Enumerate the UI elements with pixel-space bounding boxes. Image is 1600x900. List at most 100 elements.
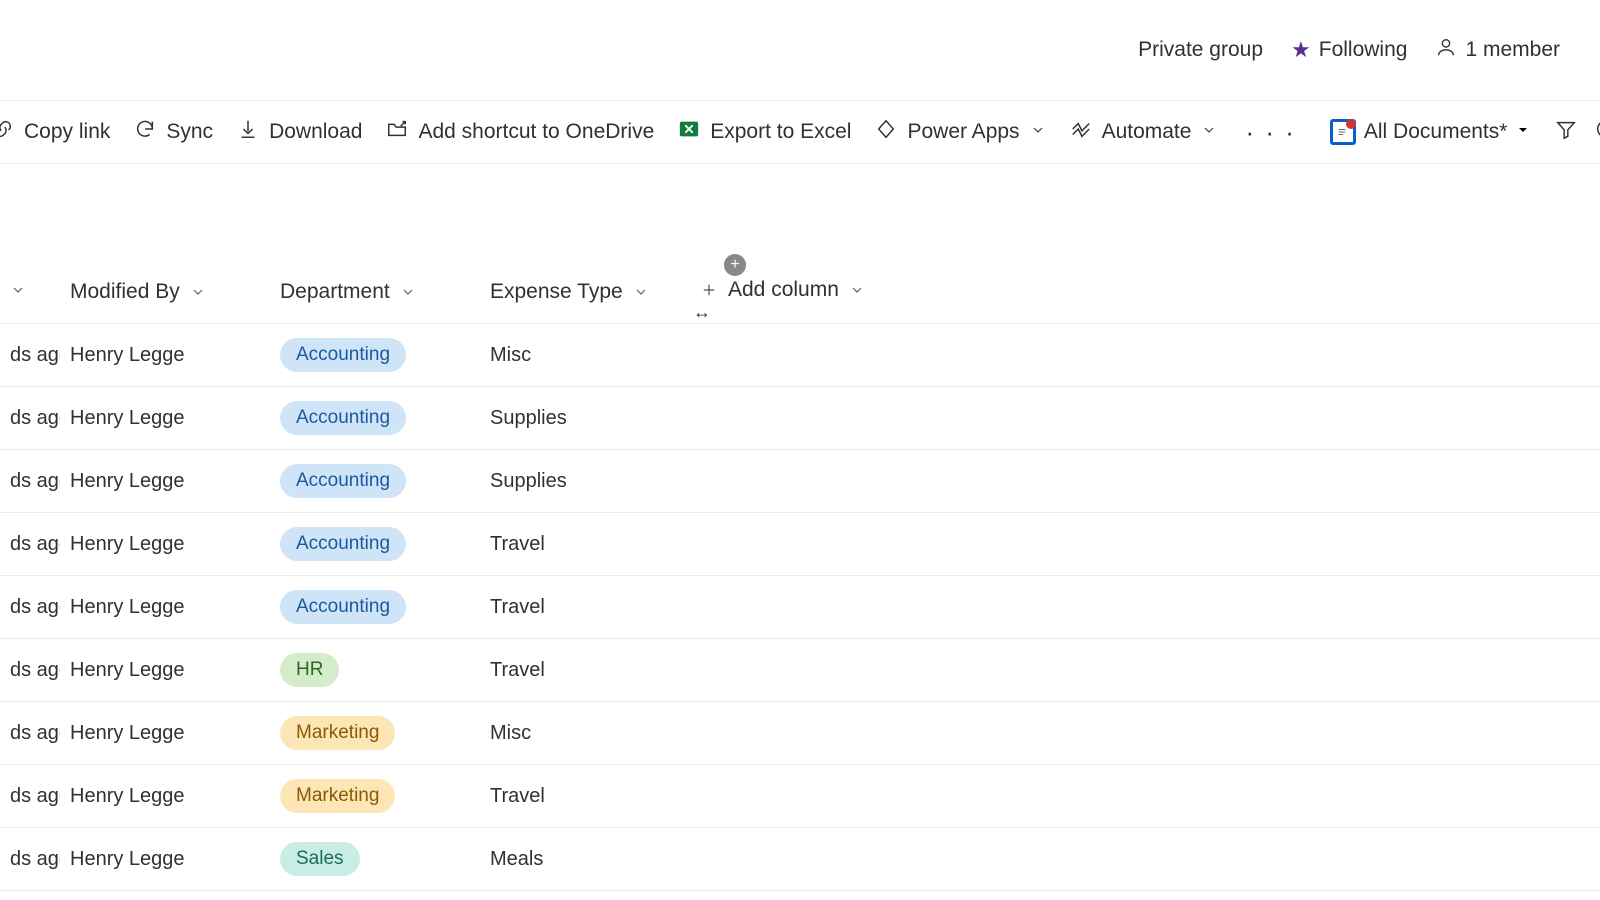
- column-header-label: Add column: [728, 278, 839, 302]
- cell-modified-by: Henry Legge: [60, 450, 270, 513]
- department-pill: Accounting: [280, 401, 406, 435]
- column-header-modified[interactable]: [0, 264, 60, 324]
- plus-icon: [700, 281, 718, 299]
- power-apps-label: Power Apps: [907, 120, 1019, 144]
- chevron-down-icon: [10, 282, 26, 298]
- following-toggle[interactable]: ★ Following: [1291, 37, 1407, 63]
- chevron-down-icon: [849, 282, 865, 298]
- following-label: Following: [1319, 38, 1408, 62]
- table-row[interactable]: ds agoHenry Legge Accounting Supplies: [0, 387, 1600, 450]
- cell-department: Accounting: [270, 387, 480, 450]
- unsaved-indicator-icon: [1346, 119, 1356, 129]
- cell-expense-type: Supplies: [480, 450, 690, 513]
- link-icon: [0, 118, 14, 146]
- automate-label: Automate: [1102, 120, 1192, 144]
- cell-modified-by: Henry Legge: [60, 765, 270, 828]
- cell-modified: ds ago: [0, 513, 60, 576]
- cell-empty: [690, 324, 1600, 387]
- department-pill: Sales: [280, 842, 360, 876]
- power-apps-button[interactable]: Power Apps: [875, 118, 1045, 146]
- add-shortcut-button[interactable]: Add shortcut to OneDrive: [386, 118, 654, 146]
- members-label: 1 member: [1465, 38, 1560, 62]
- sync-icon: [134, 118, 156, 146]
- copy-link-label: Copy link: [24, 120, 110, 144]
- cell-department: Accounting: [270, 324, 480, 387]
- cell-modified-by: Henry Legge: [60, 387, 270, 450]
- chevron-down-icon: [633, 284, 649, 300]
- cell-modified: ds ago: [0, 576, 60, 639]
- cell-empty: [690, 387, 1600, 450]
- person-icon: [1435, 36, 1457, 64]
- more-commands-button[interactable]: · · ·: [1241, 117, 1299, 148]
- cell-empty: [690, 450, 1600, 513]
- add-shortcut-icon: [386, 118, 408, 146]
- table-row[interactable]: ds agoHenry LeggeAccountingTravel: [0, 513, 1600, 576]
- cell-expense-type: Travel: [480, 639, 690, 702]
- add-shortcut-label: Add shortcut to OneDrive: [418, 120, 654, 144]
- table-row[interactable]: ds agoHenry LeggeAccountingMisc: [0, 324, 1600, 387]
- cell-empty: [690, 702, 1600, 765]
- column-header-modified-by[interactable]: Modified By: [60, 264, 270, 324]
- command-bar: Copy link Sync Download Add shortcut to …: [0, 100, 1600, 164]
- table-row[interactable]: ds agoHenry Legge Marketing Travel: [0, 765, 1600, 828]
- department-pill: Marketing: [280, 779, 395, 813]
- export-excel-button[interactable]: Export to Excel: [678, 118, 851, 146]
- department-pill: Marketing: [280, 716, 395, 750]
- table-row[interactable]: ds agoHenry LeggeAccountingSupplies: [0, 450, 1600, 513]
- column-header-add-column[interactable]: Add column: [690, 264, 1600, 324]
- cell-modified: ds ago: [0, 828, 60, 891]
- cell-modified-by: Henry Legge: [60, 639, 270, 702]
- cell-department: HR: [270, 639, 480, 702]
- cell-expense-type: Travel: [480, 576, 690, 639]
- cell-modified: ds ago: [0, 387, 60, 450]
- download-icon: [237, 118, 259, 146]
- cell-empty: [690, 828, 1600, 891]
- cell-department: Accounting: [270, 513, 480, 576]
- view-switcher[interactable]: All Documents*: [1324, 115, 1538, 149]
- cell-expense-type: Meals: [480, 828, 690, 891]
- excel-icon: [678, 118, 700, 146]
- table-row[interactable]: ds agoHenry LeggeHRTravel: [0, 639, 1600, 702]
- department-pill: HR: [280, 653, 339, 687]
- automate-button[interactable]: Automate: [1070, 118, 1218, 146]
- cell-modified-by: Henry Legge: [60, 513, 270, 576]
- members-button[interactable]: 1 member: [1435, 36, 1560, 64]
- cell-empty: [690, 765, 1600, 828]
- cell-expense-type: Travel: [480, 513, 690, 576]
- filter-button[interactable]: [1555, 118, 1577, 146]
- view-name-label: All Documents*: [1364, 120, 1508, 144]
- group-privacy-label: Private group: [1138, 38, 1263, 62]
- cell-modified: ds ago: [0, 702, 60, 765]
- cell-expense-type: Misc: [480, 702, 690, 765]
- column-header-department[interactable]: Department: [270, 264, 480, 324]
- cell-department: Marketing: [270, 702, 480, 765]
- table-row[interactable]: ds agoHenry Legge Sales Meals: [0, 828, 1600, 891]
- add-column-inline-button[interactable]: +: [724, 254, 746, 276]
- chevron-down-icon: [190, 284, 206, 300]
- power-apps-icon: [875, 118, 897, 146]
- column-header-label: Expense Type: [490, 280, 623, 304]
- sync-button[interactable]: Sync: [134, 118, 213, 146]
- table-row[interactable]: ds agoHenry LeggeMarketingMisc: [0, 702, 1600, 765]
- column-header-expense-type[interactable]: Expense Type: [480, 264, 690, 324]
- cell-empty: [690, 576, 1600, 639]
- download-button[interactable]: Download: [237, 118, 362, 146]
- chevron-down-icon: [1030, 120, 1046, 144]
- chevron-down-icon: [1515, 120, 1531, 144]
- cell-department: Accounting: [270, 576, 480, 639]
- cell-modified-by: Henry Legge: [60, 828, 270, 891]
- table-row[interactable]: ds agoHenry LeggeAccountingTravel: [0, 576, 1600, 639]
- star-icon: ★: [1291, 37, 1311, 63]
- copy-link-button[interactable]: Copy link: [0, 118, 110, 146]
- group-privacy-text: Private group: [1138, 38, 1263, 62]
- details-pane-button[interactable]: [1595, 118, 1600, 146]
- cell-expense-type: Supplies: [480, 387, 690, 450]
- cell-modified-by: Henry Legge: [60, 324, 270, 387]
- chevron-down-icon: [400, 284, 416, 300]
- list-view-icon: [1330, 119, 1356, 145]
- department-pill: Accounting: [280, 464, 406, 498]
- cell-modified: ds ago: [0, 765, 60, 828]
- export-excel-label: Export to Excel: [710, 120, 851, 144]
- cell-expense-type: Travel: [480, 765, 690, 828]
- column-header-label: Department: [280, 280, 390, 304]
